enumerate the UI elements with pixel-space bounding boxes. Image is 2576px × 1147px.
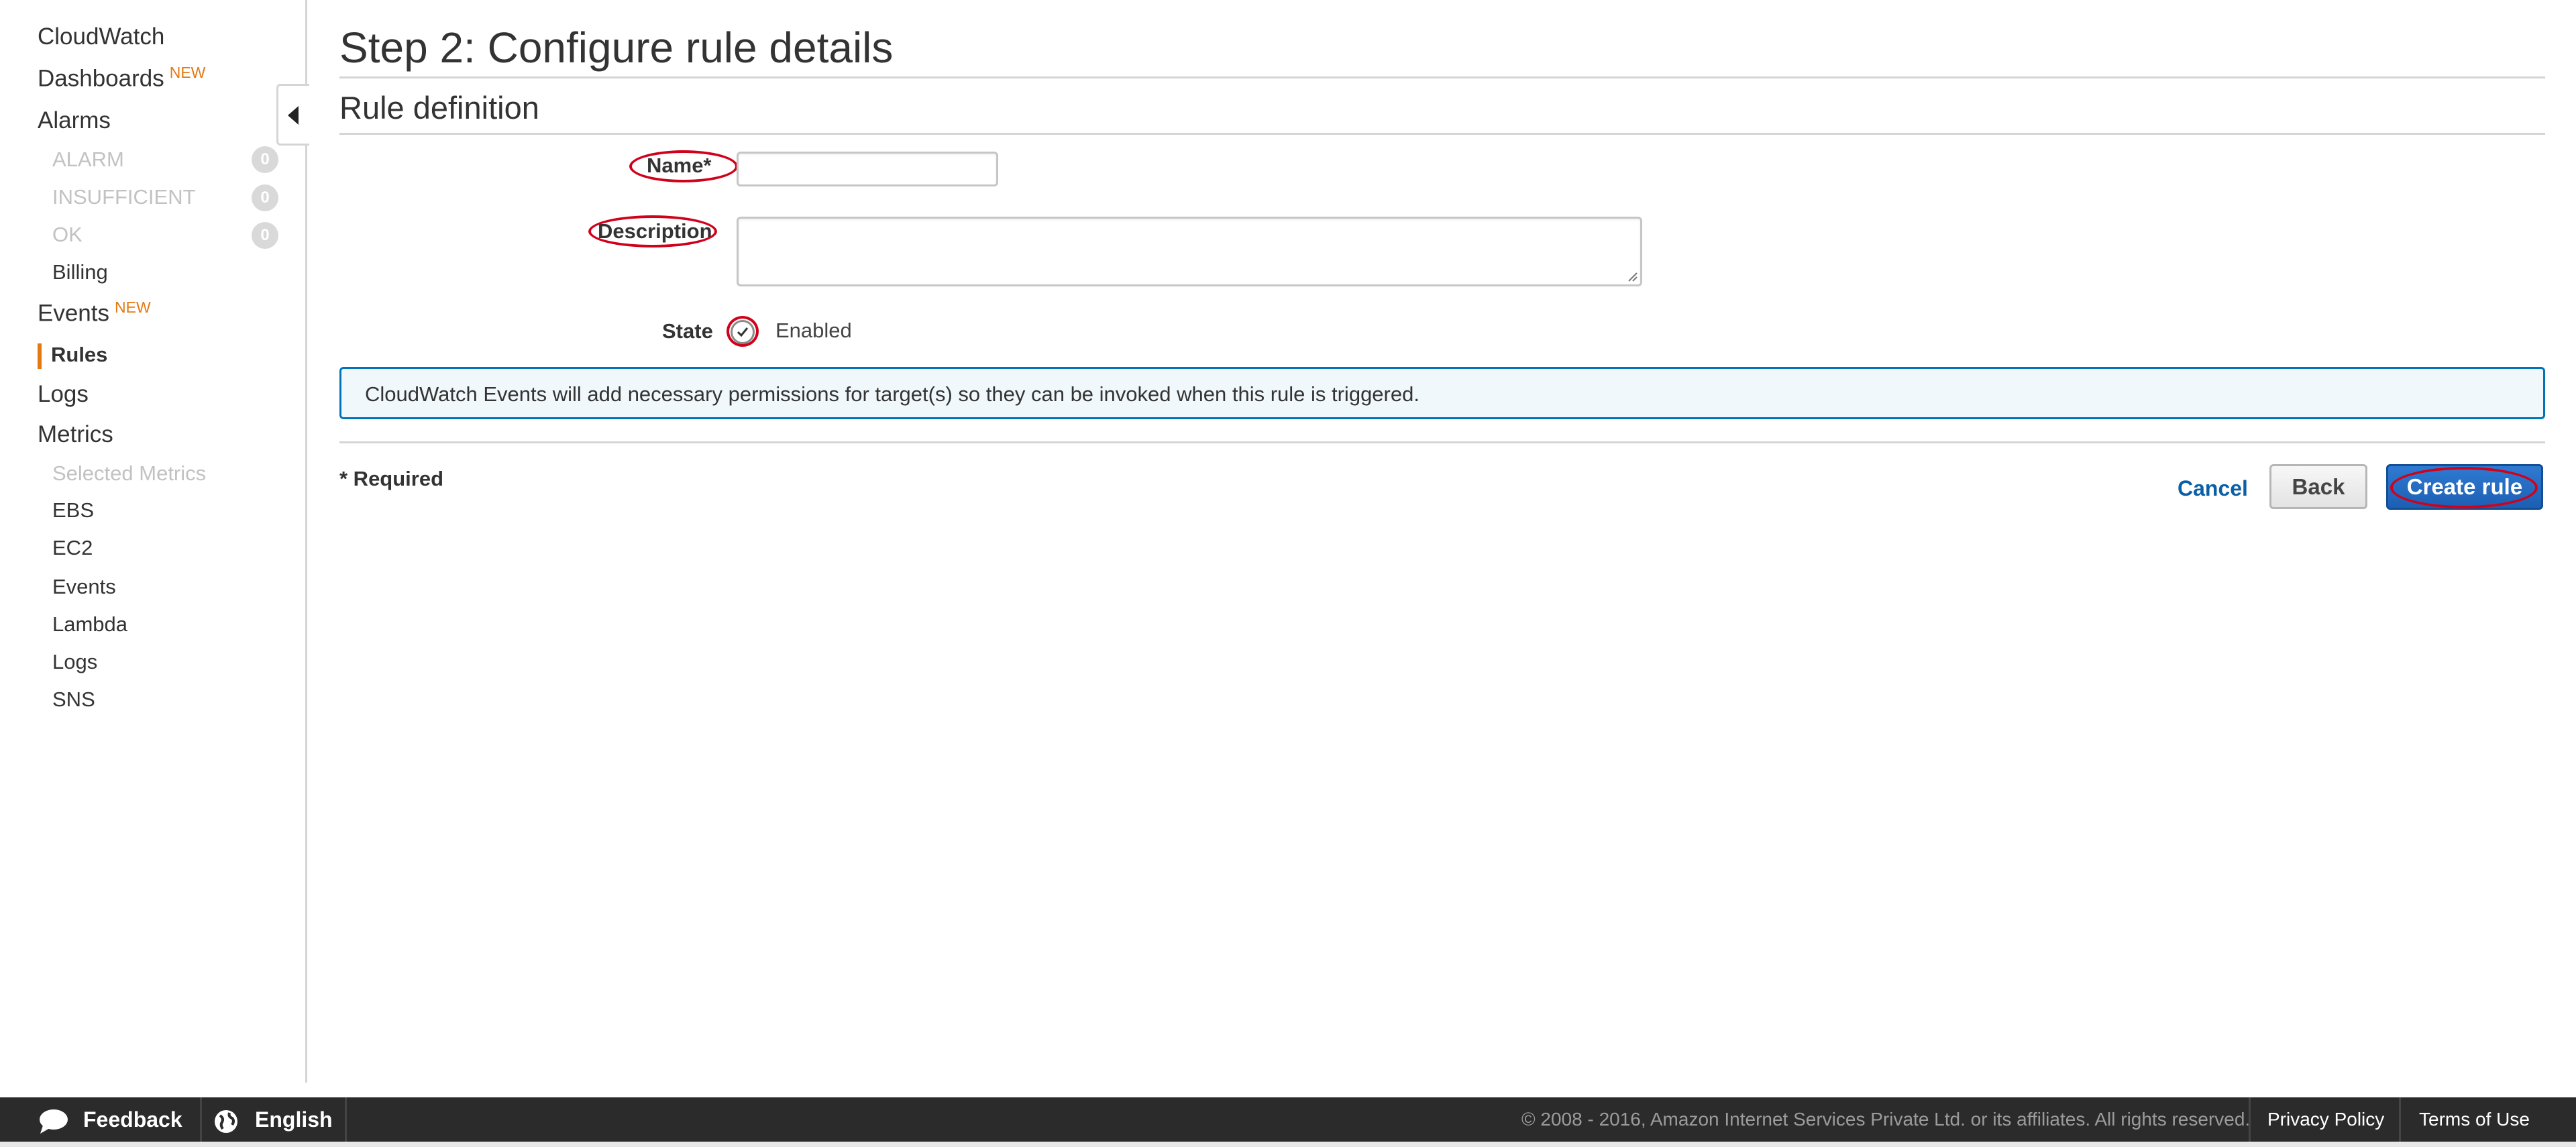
new-badge: NEW bbox=[115, 298, 151, 316]
annotation-oval bbox=[727, 316, 759, 347]
sidebar-item-dashboards[interactable]: Dashboards NEW bbox=[38, 64, 205, 93]
sidebar-item-alarm[interactable]: ALARM bbox=[52, 148, 124, 172]
sidebar-item-lambda[interactable]: Lambda bbox=[52, 612, 127, 637]
title-divider bbox=[339, 76, 2545, 78]
globe-icon bbox=[215, 1109, 237, 1133]
insufficient-count-badge: 0 bbox=[252, 184, 278, 211]
copyright-text: © 2008 - 2016, Amazon Internet Services … bbox=[1521, 1109, 2251, 1130]
privacy-policy-link[interactable]: Privacy Policy bbox=[2267, 1097, 2384, 1142]
resize-grip-icon[interactable] bbox=[1627, 271, 1638, 282]
sidebar-item-selected-metrics[interactable]: Selected Metrics bbox=[52, 461, 206, 486]
sidebar-item-alarms[interactable]: Alarms bbox=[38, 107, 111, 134]
back-button[interactable]: Back bbox=[2269, 464, 2367, 509]
language-label: English bbox=[255, 1107, 333, 1132]
sidebar-item-ok[interactable]: OK bbox=[52, 223, 83, 247]
description-textarea[interactable] bbox=[737, 217, 1642, 286]
feedback-label: Feedback bbox=[83, 1107, 182, 1132]
sidebar-item-events[interactable]: Events NEW bbox=[38, 298, 151, 327]
sidebar-item-label: Dashboards bbox=[38, 65, 164, 92]
sidebar-item-billing[interactable]: Billing bbox=[52, 260, 108, 284]
info-text: CloudWatch Events will add necessary per… bbox=[365, 382, 1419, 406]
alarm-count-badge: 0 bbox=[252, 146, 278, 173]
annotation-oval bbox=[588, 215, 717, 248]
footer-divider bbox=[2249, 1097, 2251, 1142]
ok-count-badge: 0 bbox=[252, 222, 278, 249]
required-note: * Required bbox=[339, 467, 444, 490]
sidebar-item-sns[interactable]: SNS bbox=[52, 688, 95, 712]
page-title: Step 2: Configure rule details bbox=[339, 23, 894, 72]
caret-left-icon bbox=[288, 106, 299, 125]
sidebar-item-label: Events bbox=[38, 300, 109, 327]
info-alert: CloudWatch Events will add necessary per… bbox=[339, 367, 2545, 419]
sidebar: CloudWatch Dashboards NEW Alarms ALARM 0 … bbox=[0, 0, 307, 1083]
feedback-button[interactable]: Feedback bbox=[38, 1097, 182, 1142]
sidebar-item-insufficient[interactable]: INSUFFICIENT bbox=[52, 185, 196, 209]
footer-divider bbox=[345, 1097, 347, 1142]
name-input[interactable] bbox=[737, 152, 998, 186]
section-title: Rule definition bbox=[339, 90, 539, 125]
cancel-link[interactable]: Cancel bbox=[2178, 476, 2248, 501]
footer: Feedback English © 2008 - 2016, Amazon I… bbox=[0, 1097, 2576, 1142]
annotation-oval bbox=[629, 150, 738, 182]
sidebar-item-rules[interactable]: Rules bbox=[51, 343, 107, 367]
sidebar-item-logs-metrics[interactable]: Logs bbox=[52, 650, 97, 674]
bottom-strip bbox=[0, 1142, 2576, 1147]
active-indicator bbox=[38, 343, 42, 369]
sidebar-item-metrics[interactable]: Metrics bbox=[38, 421, 113, 448]
collapse-sidebar-button[interactable] bbox=[276, 84, 309, 146]
footer-divider bbox=[2399, 1097, 2401, 1142]
sidebar-item-logs[interactable]: Logs bbox=[38, 381, 89, 408]
sidebar-title-cloudwatch[interactable]: CloudWatch bbox=[38, 23, 164, 50]
sidebar-item-ebs[interactable]: EBS bbox=[52, 498, 94, 523]
terms-of-use-link[interactable]: Terms of Use bbox=[2419, 1097, 2530, 1142]
new-badge: NEW bbox=[169, 64, 206, 81]
state-value: Enabled bbox=[775, 319, 852, 342]
actions-divider bbox=[339, 441, 2545, 443]
footer-divider bbox=[200, 1097, 202, 1142]
speech-bubble-icon bbox=[40, 1109, 68, 1134]
sidebar-item-ec2[interactable]: EC2 bbox=[52, 536, 93, 560]
annotation-oval bbox=[2390, 467, 2538, 508]
sidebar-item-events-metrics[interactable]: Events bbox=[52, 575, 116, 599]
state-label: State bbox=[662, 319, 713, 343]
section-divider bbox=[339, 133, 2545, 135]
language-selector[interactable]: English bbox=[213, 1097, 333, 1142]
